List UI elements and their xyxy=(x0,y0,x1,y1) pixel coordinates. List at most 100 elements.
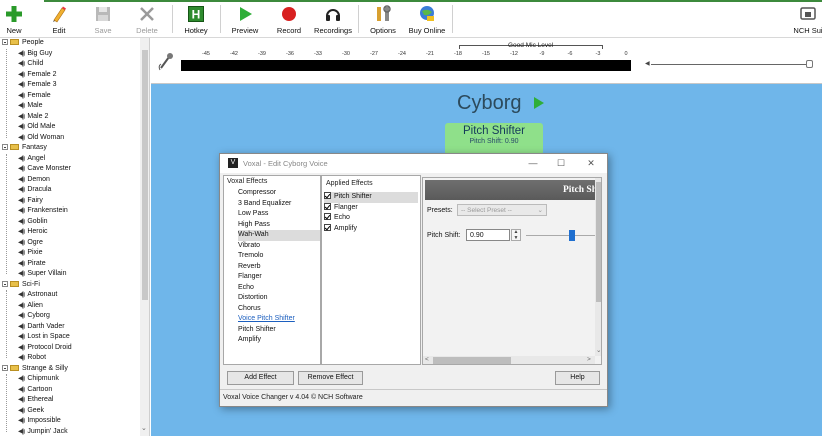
tree-voice-item[interactable]: ◀)) Male 2 xyxy=(0,112,48,123)
collapse-toggle-icon[interactable] xyxy=(2,364,8,371)
effect-list-item[interactable]: Vibrato xyxy=(238,241,320,252)
scroll-left-arrow-icon[interactable]: < xyxy=(425,356,429,363)
checkbox-checked-icon[interactable] xyxy=(324,223,331,231)
tree-voice-item[interactable]: ◀)) Old Woman xyxy=(0,133,64,144)
remove-effect-button[interactable]: Remove Effect xyxy=(298,371,363,385)
applied-effect-label: Echo xyxy=(334,214,350,221)
tree-voice-item[interactable]: ◀)) Frankenstein xyxy=(0,206,68,217)
effect-list-item[interactable]: Voice Pitch Shifter xyxy=(238,314,320,325)
settings-horizontal-scroll-thumb[interactable] xyxy=(433,357,511,364)
pitch-shift-input[interactable]: 0.90 xyxy=(466,229,510,241)
settings-horizontal-scrollbar[interactable]: < > xyxy=(423,356,595,364)
effect-list-item[interactable]: Chorus xyxy=(238,304,320,315)
effect-list-item[interactable]: Distortion xyxy=(238,293,320,304)
nch-suite-button[interactable]: NCH Sui xyxy=(786,2,822,36)
pitch-shift-slider-track[interactable] xyxy=(526,235,596,236)
applied-effect-item[interactable]: Flanger xyxy=(324,202,418,214)
effect-list-item[interactable]: Wah-Wah xyxy=(238,230,320,241)
effect-list-item[interactable]: 3 Band Equalizer xyxy=(238,199,320,210)
volume-slider-track[interactable] xyxy=(651,64,811,65)
tree-voice-item[interactable]: ◀)) Dracula xyxy=(0,185,51,196)
voice-preview-play-icon[interactable] xyxy=(534,97,544,109)
save-button[interactable]: Save xyxy=(81,2,125,36)
effect-list-item[interactable]: Compressor xyxy=(238,188,320,199)
preview-button-label: Preview xyxy=(231,26,259,35)
effect-list-item[interactable]: Low Pass xyxy=(238,209,320,220)
minimize-icon[interactable]: — xyxy=(526,156,540,170)
recordings-button[interactable]: Recordings xyxy=(311,2,355,36)
volume-left-arrow-icon[interactable]: ◀ xyxy=(645,60,650,67)
volume-slider-knob[interactable] xyxy=(806,60,813,68)
effect-list-item[interactable]: Echo xyxy=(238,283,320,294)
effect-list-item[interactable]: Flanger xyxy=(238,272,320,283)
effect-list-item[interactable]: Pitch Shifter xyxy=(238,325,320,336)
applied-effect-item[interactable]: Pitch Shifter xyxy=(324,192,418,203)
options-button[interactable]: Options xyxy=(361,2,405,36)
hotkey-button[interactable]: H Hotkey xyxy=(174,2,218,36)
settings-vertical-scroll-thumb[interactable] xyxy=(596,182,601,302)
tree-voice-item[interactable]: ◀)) Ethereal xyxy=(0,395,53,406)
tree-voice-item[interactable]: ◀)) Female xyxy=(0,91,51,102)
tree-voice-label: Impossible xyxy=(27,417,61,424)
pitch-shift-spinner[interactable]: ▲ ▼ xyxy=(511,229,521,241)
tree-voice-item[interactable]: ◀)) Cyborg xyxy=(0,311,50,322)
effect-list-item[interactable]: Reverb xyxy=(238,262,320,273)
maximize-icon[interactable]: ☐ xyxy=(554,156,568,170)
add-effect-button[interactable]: Add Effect xyxy=(227,371,294,385)
effect-list-item[interactable]: Tremolo xyxy=(238,251,320,262)
tree-voice-item[interactable]: ◀)) Astronaut xyxy=(0,290,57,301)
preview-button[interactable]: Preview xyxy=(223,2,267,36)
checkbox-checked-icon[interactable] xyxy=(324,213,331,220)
record-button[interactable]: Record xyxy=(267,2,311,36)
tree-voice-item[interactable]: ◀)) Old Male xyxy=(0,122,55,133)
tree-voice-item[interactable]: ◀)) Super Villain xyxy=(0,269,67,280)
tree-voice-item[interactable]: ◀)) Impossible xyxy=(0,416,61,427)
voice-tree-scrollbar[interactable]: ⌄ xyxy=(140,38,149,436)
nch-suite-icon xyxy=(800,7,816,20)
applied-effect-item[interactable]: Echo xyxy=(324,213,418,224)
delete-button[interactable]: Delete xyxy=(125,2,169,36)
tree-voice-item[interactable]: ◀)) Lost in Space xyxy=(0,332,70,343)
tree-voice-item[interactable]: ◀)) Heroic xyxy=(0,227,48,238)
tree-voice-item[interactable]: ◀)) Darth Vader xyxy=(0,322,65,333)
tree-voice-item[interactable]: ◀)) Demon xyxy=(0,175,50,186)
applied-effects-panel: Applied Effects Pitch Shifter Flanger Echo… xyxy=(321,175,421,365)
presets-select[interactable]: -- Select Preset -- ⌄ xyxy=(457,204,547,216)
new-button[interactable]: New xyxy=(0,2,36,36)
collapse-toggle-icon[interactable] xyxy=(2,39,8,46)
close-icon[interactable]: ✕ xyxy=(584,156,598,170)
scroll-down-arrow-icon[interactable]: ⌄ xyxy=(141,424,147,432)
tree-voice-item[interactable]: ◀)) Protocol Droid xyxy=(0,343,72,354)
checkbox-checked-icon[interactable] xyxy=(324,192,331,199)
plus-icon xyxy=(6,6,22,22)
tree-voice-item[interactable]: ◀)) Goblin xyxy=(0,217,48,228)
checkbox-checked-icon[interactable] xyxy=(324,202,331,210)
tree-voice-item[interactable]: ◀)) Jumpin' Jack xyxy=(0,427,68,436)
tree-category-1[interactable]: Fantasy xyxy=(0,143,47,154)
tree-voice-item[interactable]: ◀)) Chipmunk xyxy=(0,374,59,385)
applied-effect-item[interactable]: Amplify xyxy=(324,223,418,235)
effect-chip-pitch-shifter[interactable]: Pitch Shifter Pitch Shift: 0.90 xyxy=(445,123,543,155)
edit-button[interactable]: Edit xyxy=(37,2,81,36)
scroll-right-arrow-icon[interactable]: > xyxy=(587,356,591,363)
tree-voice-item[interactable]: ◀)) Cartoon xyxy=(0,385,52,396)
collapse-toggle-icon[interactable] xyxy=(2,144,8,151)
help-button[interactable]: Help xyxy=(555,371,600,385)
voice-tree-scroll-thumb[interactable] xyxy=(142,50,148,300)
tree-category-0[interactable]: People xyxy=(0,38,44,49)
chevron-down-icon: ⌄ xyxy=(537,207,543,214)
buy-online-button[interactable]: Buy Online xyxy=(405,2,449,36)
tree-voice-item[interactable]: ◀)) Female 2 xyxy=(0,70,57,81)
tree-category-3[interactable]: Strange & Silly xyxy=(0,364,68,375)
collapse-toggle-icon[interactable] xyxy=(2,280,8,287)
tree-voice-item[interactable]: ◀)) Cave Monster xyxy=(0,164,71,175)
effect-list-item[interactable]: High Pass xyxy=(238,220,320,231)
pitch-shift-slider-knob[interactable] xyxy=(569,230,575,241)
tree-voice-item[interactable]: ◀)) Big Guy xyxy=(0,49,52,60)
scroll-down-arrow-icon[interactable]: ⌄ xyxy=(596,346,601,354)
tree-voice-item[interactable]: ◀)) Female 3 xyxy=(0,80,57,91)
tree-category-2[interactable]: Sci-Fi xyxy=(0,280,40,291)
effect-list-item[interactable]: Amplify xyxy=(238,335,320,346)
settings-vertical-scrollbar[interactable]: ⌄ xyxy=(595,178,601,356)
speaker-wave-icon: ◀)) xyxy=(18,102,25,109)
